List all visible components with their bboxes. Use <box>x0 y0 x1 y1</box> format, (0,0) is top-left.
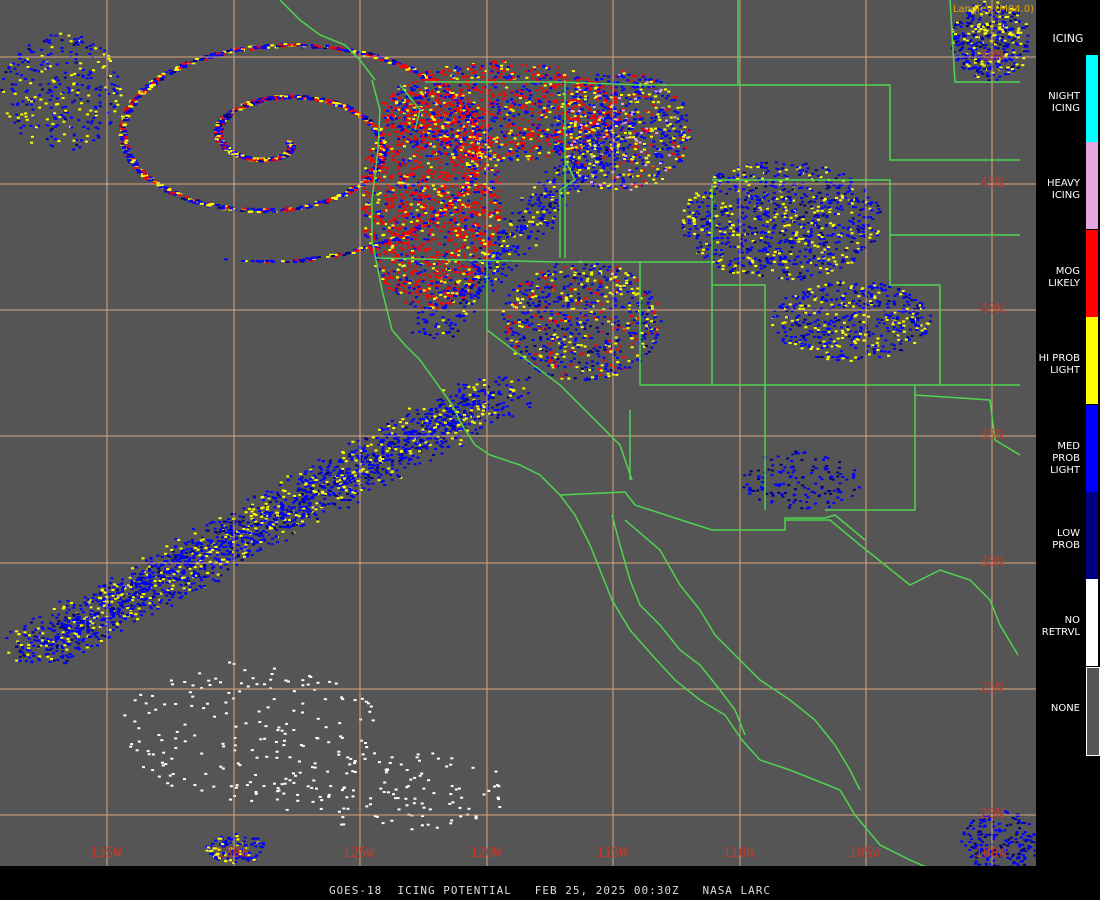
legend-label: MOG LIKELY <box>1048 265 1080 289</box>
icing-pixels <box>0 0 1036 866</box>
longitude-label: 105W <box>849 846 881 861</box>
legend-label: NONE <box>1050 702 1080 714</box>
legend-swatch <box>1086 666 1100 756</box>
icing-legend: ICING NIGHT ICING HEAVY ICING MOG LIKELY HI… <box>1036 0 1100 900</box>
longitude-label: 110W <box>723 846 755 861</box>
longitude-label: 115W <box>596 846 628 861</box>
legend-swatch <box>1086 317 1098 405</box>
us-mexico-border <box>559 491 866 541</box>
icing-map: 50N 45N 40N 35N 30N 25N 20N 135W 130W 125W 120W 115… <box>0 0 1036 866</box>
legend-label: HEAVY ICING <box>1047 178 1080 202</box>
legend-swatch <box>1086 229 1098 317</box>
latitude-label: 20N <box>980 807 1004 822</box>
latitude-label: 30N <box>980 555 1004 570</box>
longitude-label: 135W <box>90 846 122 861</box>
mexico-coast-east <box>785 519 1019 656</box>
latitude-label: 25N <box>980 681 1004 696</box>
product-caption: GOES-18 ICING POTENTIAL FEB 25, 2025 00:… <box>328 884 772 897</box>
legend-label: LOW PROB <box>1052 528 1080 551</box>
credit-label: Langley (M04.0) <box>952 4 1034 15</box>
legend-label: HI PROB LIGHT <box>1038 353 1080 377</box>
longitude-label: 100W <box>975 846 1007 861</box>
longitude-label: 120W <box>470 846 502 861</box>
latitude-label: 45N <box>980 176 1004 191</box>
legend-swatch <box>1086 55 1098 142</box>
legend-label: MED PROB LIGHT <box>1050 440 1080 476</box>
legend-swatch <box>1086 404 1098 492</box>
gulf-coast-mainland <box>624 519 861 791</box>
longitude-label: 130W <box>217 846 249 861</box>
legend-swatch <box>1086 579 1098 667</box>
legend-swatch <box>1086 492 1098 579</box>
lat-lon-grid <box>0 0 1036 866</box>
latitude-label: 40N <box>980 302 1004 317</box>
longitude-label: 125W <box>343 846 375 861</box>
latitude-label: 35N <box>980 428 1004 443</box>
legend-label: NO RETRVL <box>1041 615 1080 639</box>
legend-title: ICING <box>1052 32 1084 45</box>
legend-label: NIGHT ICING <box>1048 91 1080 114</box>
west-coastline <box>371 79 926 866</box>
legend-swatch <box>1086 142 1098 230</box>
baja-peninsula <box>611 514 746 736</box>
latitude-label: 50N <box>980 49 1004 64</box>
map-canvas <box>0 0 1036 866</box>
